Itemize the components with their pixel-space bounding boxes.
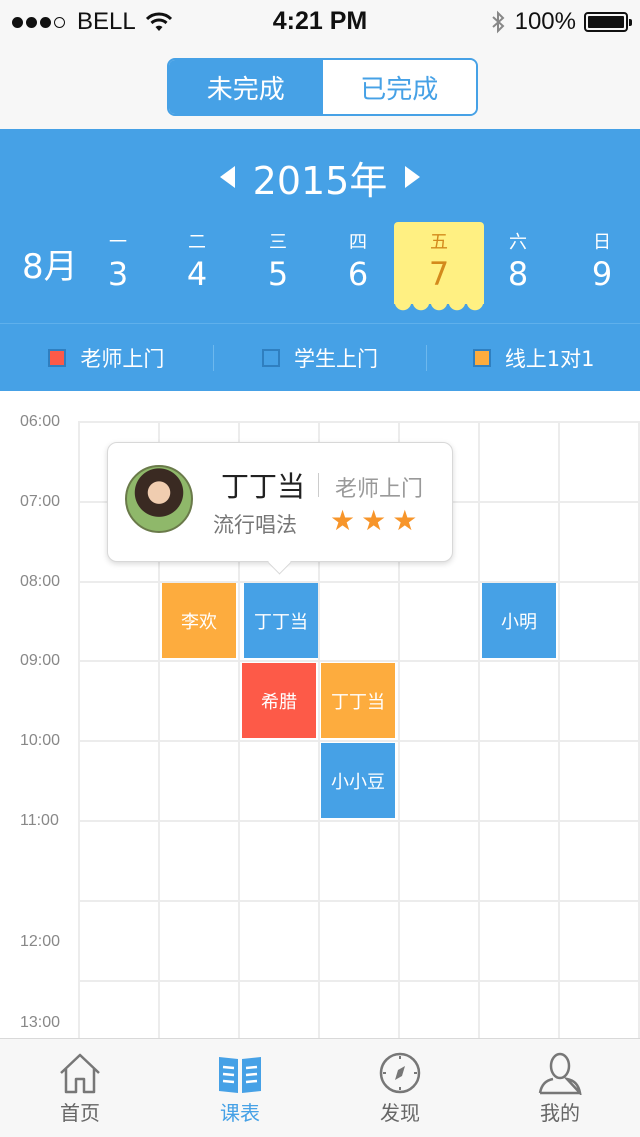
popup-course: 流行唱法 bbox=[213, 513, 297, 537]
home-icon bbox=[60, 1053, 100, 1094]
segment-completed[interactable]: 已完成 bbox=[322, 60, 476, 114]
teacher-avatar bbox=[125, 465, 193, 533]
battery-percentage: 100% bbox=[514, 8, 576, 35]
day-weekday: 五 bbox=[430, 232, 448, 253]
legend-swatch bbox=[472, 349, 491, 367]
day-weekday: 二 bbox=[188, 232, 206, 253]
time-label: 09:00 bbox=[20, 652, 61, 669]
compass-icon bbox=[379, 1052, 421, 1094]
day-wednesday[interactable]: 三 5 bbox=[233, 222, 323, 304]
day-date: 7 bbox=[428, 255, 450, 293]
day-monday[interactable]: 一 3 bbox=[73, 222, 163, 304]
day-thursday[interactable]: 四 6 bbox=[313, 222, 403, 304]
time-label: 06:00 bbox=[20, 413, 61, 430]
tab-label: 首页 bbox=[60, 1101, 100, 1125]
day-saturday[interactable]: 六 8 bbox=[473, 222, 563, 304]
next-year-icon[interactable] bbox=[405, 166, 421, 188]
time-label: 10:00 bbox=[20, 732, 61, 749]
day-sunday[interactable]: 日 9 bbox=[557, 222, 640, 304]
time-label: 11:00 bbox=[20, 812, 59, 829]
day-date: 8 bbox=[507, 255, 529, 293]
lesson-block[interactable]: 小小豆 bbox=[321, 743, 395, 818]
lesson-block[interactable]: 希腊 bbox=[242, 663, 316, 738]
popup-lesson-type: 老师上门 bbox=[335, 477, 424, 502]
lesson-block[interactable]: 丁丁当 bbox=[244, 583, 318, 658]
rating-stars: ★ ★ ★ bbox=[330, 507, 417, 535]
user-icon bbox=[538, 1052, 582, 1095]
bluetooth-icon bbox=[491, 10, 505, 34]
day-weekday: 六 bbox=[509, 232, 527, 253]
time-label: 13:00 bbox=[20, 1014, 61, 1031]
day-date: 6 bbox=[347, 255, 369, 293]
day-friday-selected[interactable]: 五 7 bbox=[394, 222, 484, 312]
popup-name: 丁丁当 bbox=[221, 470, 306, 503]
year-label: 2015年 bbox=[252, 158, 388, 203]
tab-home[interactable]: 首页 bbox=[0, 1039, 160, 1137]
tab-profile[interactable]: 我的 bbox=[480, 1039, 640, 1137]
day-date: 5 bbox=[267, 255, 289, 293]
legend-label: 线上1对1 bbox=[504, 347, 595, 371]
grid-line bbox=[558, 421, 560, 1038]
legend-swatch bbox=[262, 349, 280, 367]
selected-day-scallop bbox=[394, 302, 484, 312]
tab-bar: 首页 课表 发现 我的 bbox=[0, 1038, 640, 1137]
lesson-block[interactable]: 小明 bbox=[482, 583, 556, 658]
lesson-type-legend: 老师上门 学生上门 线上1对1 bbox=[0, 323, 640, 392]
tab-discover[interactable]: 发现 bbox=[320, 1039, 480, 1137]
day-weekday: 四 bbox=[349, 232, 367, 253]
day-date: 4 bbox=[186, 255, 208, 293]
month-label: 8月 bbox=[22, 247, 78, 287]
legend-swatch bbox=[48, 349, 67, 367]
legend-teacher-visit: 老师上门 bbox=[0, 343, 213, 373]
star-icon: ★ bbox=[330, 504, 356, 537]
grid-line bbox=[79, 660, 640, 662]
status-segmented-control: 未完成 已完成 bbox=[167, 58, 478, 116]
previous-year-icon[interactable] bbox=[219, 166, 235, 188]
grid-line bbox=[79, 740, 640, 742]
grid-line bbox=[478, 421, 480, 1038]
schedule-grid[interactable]: 06:00 07:00 08:00 09:00 10:00 11:00 12:0… bbox=[0, 391, 640, 1038]
grid-line bbox=[79, 980, 640, 982]
day-tuesday[interactable]: 二 4 bbox=[152, 222, 242, 304]
grid-line bbox=[79, 820, 640, 822]
lesson-block[interactable]: 李欢 bbox=[162, 583, 236, 658]
day-weekday: 三 bbox=[269, 232, 287, 253]
tab-label: 课表 bbox=[220, 1101, 260, 1125]
lesson-detail-popup[interactable]: 丁丁当 老师上门 流行唱法 ★ ★ ★ bbox=[107, 442, 453, 562]
legend-label: 老师上门 bbox=[80, 347, 165, 371]
legend-label: 学生上门 bbox=[294, 347, 378, 371]
grid-line bbox=[79, 421, 640, 423]
popup-divider bbox=[318, 473, 319, 497]
day-date: 3 bbox=[107, 255, 129, 293]
day-weekday: 一 bbox=[109, 232, 127, 253]
star-icon: ★ bbox=[392, 504, 418, 537]
status-right: 100% bbox=[491, 8, 632, 36]
schedule-book-icon bbox=[219, 1057, 261, 1093]
day-date: 9 bbox=[591, 255, 613, 293]
lesson-block[interactable]: 丁丁当 bbox=[321, 663, 395, 738]
tab-label: 我的 bbox=[540, 1101, 580, 1125]
week-calendar: 2015年 8月 一 3 二 4 三 5 四 6 五 7 六 8 日 9 bbox=[0, 129, 640, 323]
time-label: 07:00 bbox=[20, 493, 61, 510]
legend-online: 线上1对1 bbox=[427, 343, 640, 373]
star-icon: ★ bbox=[361, 504, 387, 537]
segment-incomplete[interactable]: 未完成 bbox=[169, 60, 323, 114]
grid-line bbox=[78, 421, 80, 1038]
time-label: 08:00 bbox=[20, 573, 61, 590]
time-label: 12:00 bbox=[20, 933, 61, 950]
day-weekday: 日 bbox=[593, 232, 611, 253]
legend-student-visit: 学生上门 bbox=[214, 343, 427, 373]
year-selector: 2015年 bbox=[0, 151, 640, 203]
status-bar: BELL 4:21 PM 100% bbox=[0, 0, 640, 40]
tab-label: 发现 bbox=[380, 1101, 420, 1125]
tab-schedule[interactable]: 课表 bbox=[160, 1039, 320, 1137]
battery-icon bbox=[584, 12, 632, 32]
grid-line bbox=[79, 900, 640, 902]
nav-header: 未完成 已完成 bbox=[0, 40, 640, 129]
